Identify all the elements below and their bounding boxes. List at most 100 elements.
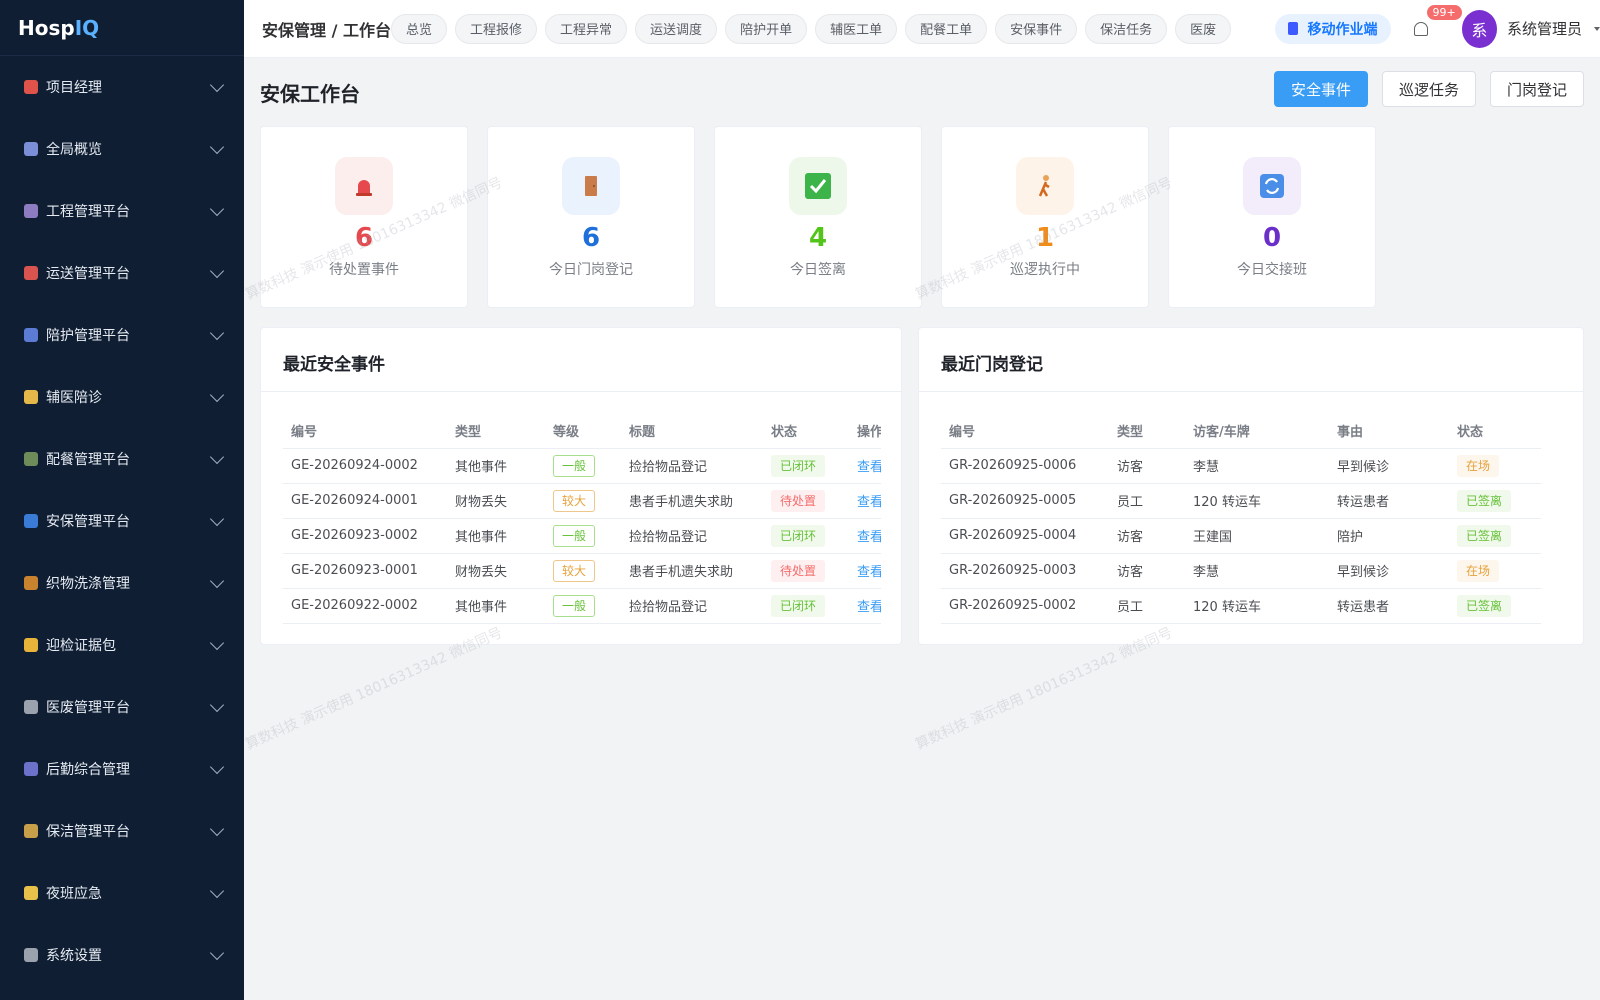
status-badge: 已签离 [1457, 489, 1512, 512]
target-icon [24, 80, 38, 94]
main-content: 安保工作台 安全事件 巡逻任务 门岗登记 6 待处置事件 6 今日门岗登记 4 今日签离 1… [243, 58, 1600, 1000]
tab-item[interactable]: 运送调度 [635, 13, 718, 44]
column-header: 编号 [941, 414, 1109, 449]
stat-card[interactable]: 4 今日签离 [714, 126, 922, 308]
event-id: GE-20260923-0001 [283, 553, 447, 589]
shield-icon [24, 514, 38, 528]
gear-icon [24, 948, 38, 962]
stat-card[interactable]: 0 今日交接班 [1168, 126, 1376, 308]
notification-button[interactable]: 99+ [1405, 4, 1462, 47]
event-type: 其他事件 [447, 518, 545, 554]
sidebar-item[interactable]: 医废管理平台 [0, 676, 244, 738]
event-type: 其他事件 [447, 588, 545, 624]
sidebar-item[interactable]: 迎检证据包 [0, 614, 244, 676]
sidebar-item-label: 后勤综合管理 [46, 762, 130, 778]
gate-type: 员工 [1109, 588, 1185, 624]
gate-visitor: 李慧 [1185, 448, 1329, 484]
notification-badge: 99+ [1426, 4, 1462, 20]
stat-value: 6 [581, 223, 601, 253]
status-badge: 在场 [1457, 454, 1500, 477]
status-badge: 待处置 [771, 489, 826, 512]
stat-card[interactable]: 6 今日门岗登记 [487, 126, 695, 308]
sidebar-item-label: 辅医陪诊 [46, 390, 102, 406]
events-table: 编号 类型 等级 标题 状态 操作 GE-20260924-0002 其他事件 一般 捡拾物品登… [283, 414, 881, 624]
gate-type: 访客 [1109, 518, 1185, 554]
event-type: 其他事件 [447, 448, 545, 484]
tab-item[interactable]: 保洁任务 [1085, 13, 1168, 44]
sidebar-item[interactable]: 系统设置 [0, 924, 244, 986]
door-icon [562, 157, 620, 215]
gate-id: GR-20260925-0003 [941, 553, 1109, 589]
sidebar-item[interactable]: 工程管理平台 [0, 180, 244, 242]
trash-icon [24, 700, 38, 714]
gate-status: 已签离 [1449, 483, 1541, 519]
gate-reason: 转运患者 [1329, 483, 1449, 519]
sidebar-item[interactable]: 陪护管理平台 [0, 304, 244, 366]
app-logo[interactable]: Hosp IQ [0, 0, 244, 56]
tab-item[interactable]: 辅医工单 [815, 13, 898, 44]
event-status: 已闭环 [763, 588, 849, 624]
building-icon [24, 204, 38, 218]
heart-icon [24, 390, 38, 404]
panel-title: 最近安全事件 [261, 328, 901, 392]
view-link[interactable]: 查看 [849, 518, 881, 554]
view-link[interactable]: 查看 [849, 588, 881, 624]
broom-icon [24, 824, 38, 838]
sidebar-item[interactable]: 运送管理平台 [0, 242, 244, 304]
event-level: 一般 [545, 518, 621, 554]
sidebar-item[interactable]: 安保管理平台 [0, 490, 244, 552]
view-link[interactable]: 查看 [849, 448, 881, 484]
sidebar-item-label: 安保管理平台 [46, 514, 130, 530]
column-header: 状态 [1449, 414, 1541, 449]
gate-reason: 早到候诊 [1329, 448, 1449, 484]
column-header: 类型 [1109, 414, 1185, 449]
sidebar-item[interactable]: 配餐管理平台 [0, 428, 244, 490]
tab-item[interactable]: 医废 [1175, 13, 1232, 44]
sidebar-item[interactable]: 织物洗涤管理 [0, 552, 244, 614]
stat-card[interactable]: 1 巡逻执行中 [941, 126, 1149, 308]
stat-value: 0 [1262, 223, 1282, 253]
column-header: 等级 [545, 414, 621, 449]
sidebar-item[interactable]: 辅医陪诊 [0, 366, 244, 428]
security-event-button[interactable]: 安全事件 [1273, 71, 1368, 107]
gate-register-button[interactable]: 门岗登记 [1489, 71, 1584, 107]
gate-id: GR-20260925-0005 [941, 483, 1109, 519]
level-tag: 一般 [553, 454, 596, 477]
tab-item[interactable]: 工程异常 [545, 13, 628, 44]
view-link[interactable]: 查看 [849, 553, 881, 589]
sidebar-menu: 项目经理 全局概览 工程管理平台 运送管理平台 陪护管理平台辅医陪诊配餐管理平台安保管理… [0, 56, 244, 986]
sidebar-item[interactable]: 夜班应急 [0, 862, 244, 924]
event-id: GE-20260923-0002 [283, 518, 447, 554]
column-header: 操作 [849, 414, 881, 449]
stat-card[interactable]: 6 待处置事件 [260, 126, 468, 308]
view-link[interactable]: 查看 [849, 483, 881, 519]
caret-down-icon[interactable] [1594, 26, 1600, 31]
top-header: 安保管理 / 工作台 总览 工程报修 工程异常 运送调度 陪护开单 辅医工单 配餐工单 安保事… [244, 0, 1600, 58]
sidebar-item[interactable]: 全局概览 [0, 118, 244, 180]
sidebar-item[interactable]: 后勤综合管理 [0, 738, 244, 800]
tab-item[interactable]: 安保事件 [995, 13, 1078, 44]
event-title: 患者手机遗失求助 [621, 553, 763, 589]
gate-visitor: 李慧 [1185, 553, 1329, 589]
chevron-down-icon [209, 945, 225, 960]
sidebar-item[interactable]: 项目经理 [0, 56, 244, 118]
patrol-task-button[interactable]: 巡逻任务 [1381, 71, 1476, 107]
table-row: GR-20260925-0002 员工 120 转运车 转运患者 已签离 [941, 588, 1541, 624]
tab-item[interactable]: 陪护开单 [725, 13, 808, 44]
tab-label: 移动作业端 [1307, 21, 1378, 38]
event-title: 患者手机遗失求助 [621, 483, 763, 519]
gate-visitor: 王建国 [1185, 518, 1329, 554]
sidebar-item[interactable]: 保洁管理平台 [0, 800, 244, 862]
avatar[interactable]: 系 [1461, 9, 1497, 48]
tab-item[interactable]: 配餐工单 [905, 13, 988, 44]
gate-status: 已签离 [1449, 518, 1541, 554]
table-row: GE-20260922-0002 其他事件 一般 捡拾物品登记 已闭环 查看 [283, 588, 881, 624]
tab-mobile-workspace[interactable]: 移动作业端 [1274, 13, 1391, 44]
table-row: GR-20260925-0006 访客 李慧 早到候诊 在场 [941, 448, 1541, 484]
table-row: GE-20260924-0001 财物丢失 较大 患者手机遗失求助 待处置 查看 [283, 483, 881, 519]
level-tag: 一般 [553, 524, 596, 547]
user-name[interactable]: 系统管理员 [1507, 18, 1582, 39]
tab-item[interactable]: 工程报修 [455, 13, 538, 44]
tab-item[interactable]: 总览 [391, 13, 448, 44]
status-badge: 在场 [1457, 559, 1500, 582]
